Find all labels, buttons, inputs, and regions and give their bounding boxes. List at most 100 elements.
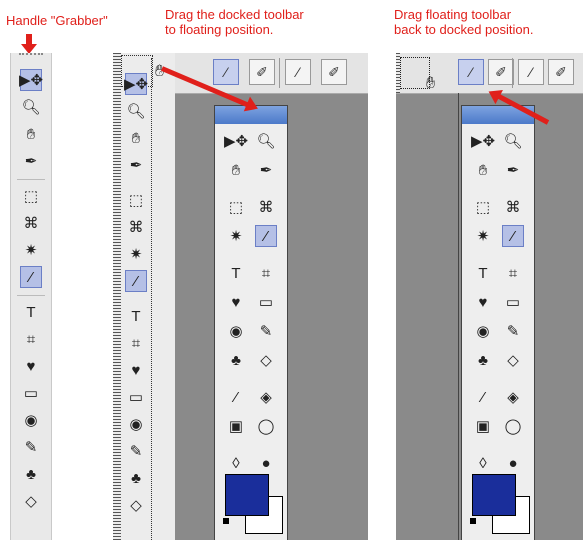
smudge-tool-icon[interactable]: ⁄: [472, 386, 494, 408]
screen-mode-icon[interactable]: ▭: [20, 382, 42, 404]
screen-mode-icon[interactable]: ▭: [502, 291, 524, 313]
screen-mode-icon[interactable]: ▭: [125, 386, 147, 408]
stamp-tool-icon[interactable]: ♣: [472, 349, 494, 371]
magic-wand-tool-icon[interactable]: ✷: [20, 239, 42, 261]
zoom-tool-icon[interactable]: 🔍︎: [125, 100, 147, 122]
gradient-tool-icon[interactable]: ▣: [472, 415, 494, 437]
lasso-tool-icon[interactable]: ⌘: [20, 212, 42, 234]
handle-grabber-label: Handle "Grabber": [6, 13, 108, 28]
gradient-tool-icon[interactable]: ▣: [225, 415, 247, 437]
default-colors-icon[interactable]: [223, 518, 229, 524]
type-tool-icon[interactable]: T: [125, 305, 147, 327]
brush-plus-option-icon[interactable]: ✐: [548, 59, 574, 85]
speech-bubble-tool-icon[interactable]: ◯: [255, 415, 277, 437]
docked-toolbox: ▶✥ 🔍︎ ✋︎ ✒ ⬚ ⌘ ✷ ⁄ T ⌗ ♥ ▭ ◉ ✎ ♣ ◇: [10, 53, 52, 540]
eraser-tool-icon[interactable]: ◇: [20, 490, 42, 512]
stamp-tool-icon[interactable]: ♣: [225, 349, 247, 371]
healing-tool-icon[interactable]: ✎: [125, 440, 147, 462]
brush-option-icon[interactable]: ✐: [249, 59, 275, 85]
healing-tool-icon[interactable]: ✎: [255, 320, 277, 342]
sponge-tool-icon[interactable]: ●: [502, 452, 524, 474]
brush-tool-icon[interactable]: ⁄: [20, 266, 42, 288]
type-tool-icon[interactable]: T: [225, 262, 247, 284]
crop-tool-icon[interactable]: ⌗: [20, 328, 42, 350]
screen-mode-icon[interactable]: ▭: [255, 291, 277, 313]
eraser-tool-icon[interactable]: ◇: [502, 349, 524, 371]
stamp-tool-icon[interactable]: ♣: [20, 463, 42, 485]
hand-cursor-icon: ✋︎: [426, 75, 436, 92]
foreground-color-swatch[interactable]: [472, 474, 516, 516]
default-colors-icon[interactable]: [470, 518, 476, 524]
lasso-tool-icon[interactable]: ⌘: [502, 196, 524, 218]
drag-to-floating-label: Drag the docked toolbar to floating posi…: [165, 7, 304, 37]
crop-tool-icon[interactable]: ⌗: [255, 262, 277, 284]
hand-tool-icon[interactable]: ✋︎: [20, 123, 42, 145]
eyedropper-tool-icon[interactable]: ✒: [125, 154, 147, 176]
zoom-tool-icon[interactable]: 🔍︎: [255, 130, 277, 152]
toolbox-separator: [17, 179, 45, 180]
shape-tool-icon[interactable]: ♥: [472, 291, 494, 313]
eraser-tool-icon[interactable]: ◇: [125, 494, 147, 516]
brush-tool-icon[interactable]: ⁄: [502, 225, 524, 247]
eyedropper-tool-icon[interactable]: ✒: [502, 159, 524, 181]
brush-tool-icon[interactable]: ⁄: [255, 225, 277, 247]
blur-tool-icon[interactable]: ◊: [225, 452, 247, 474]
foreground-color-swatch[interactable]: [225, 474, 269, 516]
hand-tool-icon[interactable]: ✋︎: [225, 159, 247, 181]
options-separator: [512, 58, 513, 88]
magic-wand-tool-icon[interactable]: ✷: [472, 225, 494, 247]
eraser-tool-icon[interactable]: ◇: [255, 349, 277, 371]
pencil-option-icon[interactable]: ⁄: [213, 59, 239, 85]
dock-guide-line: [458, 93, 459, 540]
floating-toolbox[interactable]: ▶✥ 🔍︎ ✋︎ ✒ ⬚ ⌘ ✷ ⁄ T ⌗ ♥ ▭ ◉ ✎ ♣ ◇ ⁄ ◈ ▣ ◯ ◊ ●: [214, 105, 288, 540]
hand-tool-icon[interactable]: ✋︎: [472, 159, 494, 181]
eyedropper-tool-icon[interactable]: ✒: [255, 159, 277, 181]
crop-tool-icon[interactable]: ⌗: [502, 262, 524, 284]
magic-wand-tool-icon[interactable]: ✷: [125, 243, 147, 265]
brush-plus-option-icon[interactable]: ✐: [321, 59, 347, 85]
healing-tool-icon[interactable]: ✎: [502, 320, 524, 342]
red-eye-tool-icon[interactable]: ◉: [20, 409, 42, 431]
move-tool-icon[interactable]: ▶✥: [19, 69, 43, 91]
marquee-tool-icon[interactable]: ⬚: [472, 196, 494, 218]
pencil-option-icon[interactable]: ⁄: [458, 59, 484, 85]
toolbox-grabber-handle[interactable]: [19, 53, 43, 60]
down-arrow-icon: [21, 34, 37, 54]
lasso-tool-icon[interactable]: ⌘: [125, 216, 147, 238]
healing-tool-icon[interactable]: ✎: [20, 436, 42, 458]
shape-tool-icon[interactable]: ♥: [125, 359, 147, 381]
type-tool-icon[interactable]: T: [472, 262, 494, 284]
lasso-tool-icon[interactable]: ⌘: [255, 196, 277, 218]
marquee-tool-icon[interactable]: ⬚: [225, 196, 247, 218]
pencil-alt-option-icon[interactable]: ⁄: [518, 59, 544, 85]
move-tool-icon[interactable]: ▶✥: [224, 130, 248, 152]
paint-bucket-tool-icon[interactable]: ◈: [502, 386, 524, 408]
smudge-tool-icon[interactable]: ⁄: [225, 386, 247, 408]
floating-toolbox[interactable]: ▶✥ 🔍︎ ✋︎ ✒ ⬚ ⌘ ✷ ⁄ T ⌗ ♥ ▭ ◉ ✎ ♣ ◇ ⁄ ◈ ▣ ◯ ◊ ●: [461, 105, 535, 540]
zoom-tool-icon[interactable]: 🔍︎: [502, 130, 524, 152]
marquee-tool-icon[interactable]: ⬚: [125, 189, 147, 211]
magic-wand-tool-icon[interactable]: ✷: [225, 225, 247, 247]
zoom-tool-icon[interactable]: 🔍︎: [20, 96, 42, 118]
red-eye-tool-icon[interactable]: ◉: [472, 320, 494, 342]
pencil-alt-option-icon[interactable]: ⁄: [285, 59, 311, 85]
hand-tool-icon[interactable]: ✋︎: [125, 127, 147, 149]
speech-bubble-tool-icon[interactable]: ◯: [502, 415, 524, 437]
sponge-tool-icon[interactable]: ●: [255, 452, 277, 474]
stamp-tool-icon[interactable]: ♣: [125, 467, 147, 489]
brush-tool-icon[interactable]: ⁄: [125, 270, 147, 292]
move-tool-icon[interactable]: ▶✥: [124, 73, 148, 95]
toolbox-grabber-handle[interactable]: [113, 53, 121, 540]
paint-bucket-tool-icon[interactable]: ◈: [255, 386, 277, 408]
blur-tool-icon[interactable]: ◊: [472, 452, 494, 474]
marquee-tool-icon[interactable]: ⬚: [20, 185, 42, 207]
eyedropper-tool-icon[interactable]: ✒: [20, 150, 42, 172]
shape-tool-icon[interactable]: ♥: [20, 355, 42, 377]
crop-tool-icon[interactable]: ⌗: [125, 332, 147, 354]
move-tool-icon[interactable]: ▶✥: [471, 130, 495, 152]
shape-tool-icon[interactable]: ♥: [225, 291, 247, 313]
red-eye-tool-icon[interactable]: ◉: [225, 320, 247, 342]
brush-option-icon[interactable]: ✐: [488, 59, 514, 85]
type-tool-icon[interactable]: T: [20, 301, 42, 323]
red-eye-tool-icon[interactable]: ◉: [125, 413, 147, 435]
